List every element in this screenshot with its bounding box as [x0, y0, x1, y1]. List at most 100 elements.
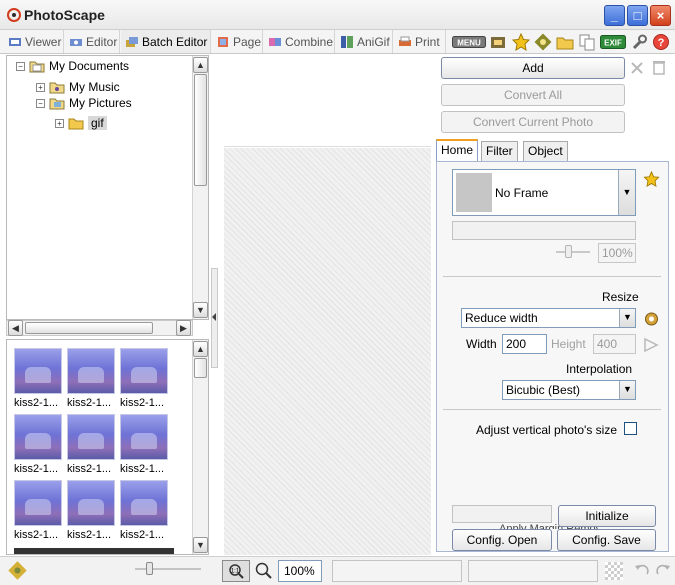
- tab-home[interactable]: Home: [436, 139, 479, 162]
- zoom-fit-icon: 1:1: [229, 564, 244, 579]
- initialize-button[interactable]: Initialize: [558, 505, 656, 527]
- section-divider: [443, 409, 661, 410]
- thumbnail-size-slider-thumb[interactable]: [146, 562, 153, 575]
- scroll-up-icon[interactable]: ▲: [193, 341, 208, 357]
- tree-item-my-music[interactable]: + My Music: [36, 79, 120, 95]
- thumbnail-image: [14, 348, 62, 394]
- tab-object[interactable]: Object: [523, 141, 568, 161]
- exif-icon[interactable]: EXIF: [600, 33, 626, 51]
- thumbnail-panel: kiss2-1... kiss2-1... kiss2-1... kiss2-1…: [6, 339, 209, 555]
- page-icon: [218, 36, 228, 47]
- tab-filter[interactable]: Filter: [481, 141, 518, 161]
- zoom-level-field[interactable]: 100%: [278, 560, 322, 582]
- scroll-left-icon[interactable]: ◀: [8, 320, 23, 336]
- maximize-button[interactable]: □: [627, 5, 648, 26]
- zoom-icon[interactable]: [254, 561, 273, 580]
- actual-size-button[interactable]: 1:1: [222, 560, 250, 582]
- scrollbar-thumb[interactable]: [194, 358, 207, 378]
- folder-tree: − My Documents + My Music − My Pictures …: [6, 55, 209, 320]
- scroll-down-icon[interactable]: ▼: [193, 537, 208, 553]
- help-icon[interactable]: ?: [652, 33, 670, 51]
- height-input[interactable]: 400: [593, 334, 636, 354]
- resize-mode-select[interactable]: Reduce width ▼: [461, 308, 636, 328]
- interpolation-select[interactable]: Bicubic (Best) ▼: [502, 380, 636, 400]
- thumbnail-vertical-scrollbar[interactable]: ▲ ▼: [192, 340, 208, 554]
- tab-editor[interactable]: Editor: [65, 30, 120, 53]
- frame-slider-thumb[interactable]: [565, 245, 572, 258]
- width-input[interactable]: 200: [502, 334, 547, 354]
- tree-vertical-scrollbar[interactable]: ▲ ▼: [192, 56, 208, 319]
- favorite-star-icon[interactable]: [643, 171, 660, 187]
- scroll-down-icon[interactable]: ▼: [193, 302, 208, 318]
- film-icon[interactable]: [489, 33, 507, 51]
- convert-all-button[interactable]: Convert All: [441, 84, 625, 106]
- thumbnail-size-slider[interactable]: [135, 568, 201, 570]
- copy-icon[interactable]: [578, 33, 596, 51]
- scroll-up-icon[interactable]: ▲: [193, 57, 208, 73]
- menu-label: MENU: [457, 39, 481, 48]
- list-item[interactable]: kiss2-1...: [67, 480, 117, 541]
- scrollbar-thumb[interactable]: [25, 322, 153, 334]
- list-item[interactable]: kiss2-1...: [67, 414, 117, 475]
- minimize-button[interactable]: _: [604, 5, 625, 26]
- rotate-settings-icon[interactable]: [8, 561, 27, 580]
- frame-select[interactable]: No Frame ▼: [452, 169, 636, 216]
- list-item[interactable]: kiss2-1...: [14, 480, 64, 541]
- close-button[interactable]: ×: [650, 5, 671, 26]
- list-item[interactable]: kiss2-1...: [120, 480, 170, 541]
- clear-list-icon[interactable]: [629, 60, 645, 76]
- redo-icon[interactable]: [653, 561, 672, 580]
- frame-percent-field[interactable]: 100%: [598, 243, 636, 263]
- tree-item-gif[interactable]: + gif: [55, 115, 107, 131]
- chevron-down-icon[interactable]: ▼: [619, 381, 635, 399]
- aspect-lock-icon[interactable]: [643, 337, 659, 353]
- add-button[interactable]: Add: [441, 57, 625, 79]
- config-save-button[interactable]: Config. Save: [557, 529, 656, 551]
- svg-text:1:1: 1:1: [231, 569, 240, 575]
- expand-icon[interactable]: +: [36, 82, 45, 92]
- panel-splitter-handle[interactable]: [211, 268, 218, 368]
- list-item[interactable]: kiss2-1...: [14, 414, 64, 475]
- collapse-icon[interactable]: −: [16, 61, 25, 71]
- tab-viewer[interactable]: Viewer: [4, 30, 64, 53]
- resize-preset-icon[interactable]: [643, 310, 660, 327]
- trash-icon[interactable]: [651, 59, 667, 76]
- tab-print[interactable]: Print: [394, 30, 446, 53]
- convert-current-photo-button[interactable]: Convert Current Photo: [441, 111, 625, 133]
- tree-item-my-documents[interactable]: − My Documents: [16, 58, 129, 74]
- tab-page[interactable]: Page: [212, 30, 263, 53]
- star-icon[interactable]: [512, 33, 530, 51]
- list-item[interactable]: kiss2-1...: [120, 414, 170, 475]
- tree-horizontal-scrollbar[interactable]: ◀ ▶: [6, 320, 193, 336]
- thumbnail-image: [120, 414, 168, 460]
- adjust-vertical-checkbox[interactable]: [624, 422, 637, 435]
- chevron-down-icon[interactable]: ▼: [618, 170, 635, 215]
- collapse-icon[interactable]: −: [36, 98, 45, 108]
- photoscape-logo-icon: [7, 8, 21, 22]
- folder-icon[interactable]: [556, 33, 574, 51]
- list-item[interactable]: kiss2-1...: [67, 348, 117, 409]
- transparency-icon[interactable]: [605, 562, 623, 580]
- frame-slider-track[interactable]: [556, 251, 590, 253]
- scrollbar-thumb[interactable]: [194, 74, 207, 186]
- chevron-down-icon[interactable]: ▼: [619, 309, 635, 327]
- tree-label: My Music: [69, 80, 120, 94]
- home-panel: [436, 161, 669, 552]
- list-item[interactable]: kiss2-1...: [120, 348, 170, 409]
- main-toolbar: Viewer Editor Batch Editor Page Combine …: [0, 30, 675, 54]
- tab-anigif[interactable]: AniGif: [336, 30, 393, 53]
- wrench-icon[interactable]: [630, 33, 648, 51]
- tab-batch-editor[interactable]: Batch Editor: [121, 30, 211, 53]
- tree-item-my-pictures[interactable]: − My Pictures: [36, 95, 132, 111]
- tab-combine[interactable]: Combine: [264, 30, 335, 53]
- undo-icon[interactable]: [633, 561, 652, 580]
- thumbnail-image: [67, 414, 115, 460]
- list-item[interactable]: kiss2-1...: [14, 348, 64, 409]
- scroll-right-icon[interactable]: ▶: [176, 320, 191, 336]
- tab-label: Combine: [285, 34, 334, 49]
- gear-icon[interactable]: [534, 33, 552, 51]
- title-bar: PhotoScape _ □ ×: [0, 0, 675, 30]
- config-open-button[interactable]: Config. Open: [452, 529, 552, 551]
- menu-icon[interactable]: MENU: [452, 33, 486, 51]
- expand-icon[interactable]: +: [55, 118, 64, 128]
